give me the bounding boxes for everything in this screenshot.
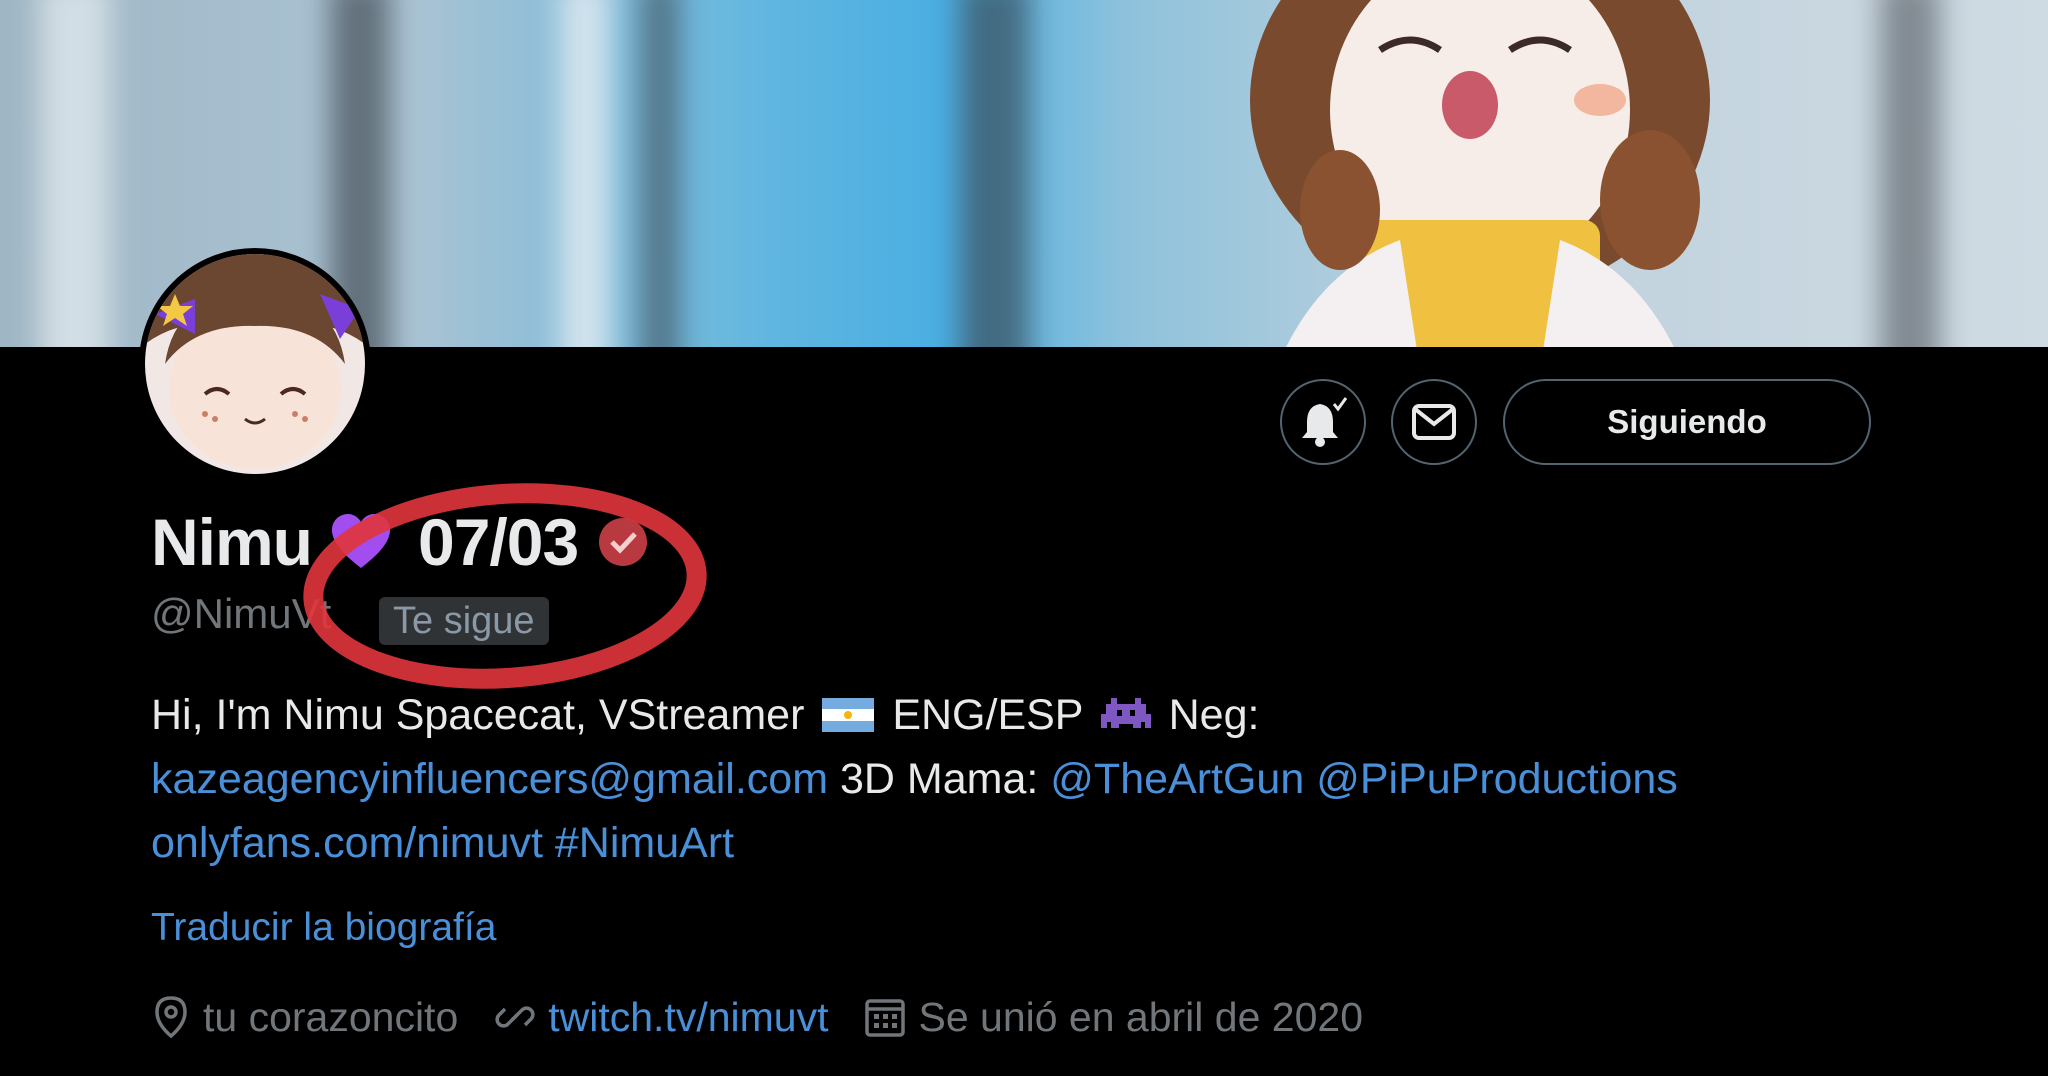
purple-heart-icon — [332, 514, 390, 568]
location-pin-icon — [155, 996, 187, 1039]
profile-avatar[interactable] — [139, 248, 371, 480]
bio-mention-link[interactable]: @TheArtGun — [1050, 755, 1304, 803]
message-button[interactable] — [1391, 379, 1477, 465]
follows-you-badge: Te sigue — [379, 597, 549, 645]
joined-text: Se unió en abril de 2020 — [918, 993, 1363, 1040]
bio-text: ENG/ESP — [892, 691, 1083, 739]
location-item: tu corazoncito — [151, 994, 458, 1041]
banner-blur-stripe — [40, 0, 110, 347]
website-link[interactable]: twitch.tv/nimuvt — [548, 994, 828, 1041]
bell-check-icon — [1302, 397, 1348, 447]
banner-blur-stripe — [1880, 0, 1940, 347]
profile-bio: Hi, I'm Nimu Spacecat, VStreamer ENG/ESP… — [151, 683, 1951, 875]
bio-text: Neg: — [1168, 691, 1260, 739]
envelope-icon — [1412, 404, 1456, 440]
calendar-icon — [865, 999, 906, 1037]
bio-email-link[interactable]: kazeagencyinfluencers@gmail.com — [151, 755, 828, 803]
verified-badge-icon[interactable] — [596, 515, 650, 569]
notifications-button[interactable] — [1280, 379, 1366, 465]
following-button[interactable]: Siguiendo — [1503, 379, 1871, 465]
alien-monster-icon — [1100, 698, 1151, 728]
location-text: tu corazoncito — [203, 993, 459, 1040]
link-icon — [495, 1006, 535, 1028]
banner-blur-stripe — [560, 0, 610, 347]
profile-meta-row: tu corazoncito twitch.tv/nimuvt Se unió … — [151, 987, 1399, 1047]
avatar-image — [145, 254, 365, 474]
display-name-text: Nimu — [151, 505, 313, 579]
website-item[interactable]: twitch.tv/nimuvt — [494, 994, 828, 1041]
translate-bio-link[interactable]: Traducir la biografía — [151, 906, 496, 950]
bio-hashtag-link[interactable]: #NimuArt — [555, 819, 734, 867]
user-handle: @NimuVt — [151, 590, 332, 637]
bio-mention-link[interactable]: @PiPuProductions — [1316, 755, 1678, 803]
bio-url-link[interactable]: onlyfans.com/nimuvt — [151, 819, 543, 867]
display-name: Nimu 07/03 — [151, 503, 650, 581]
banner-character-illustration — [1250, 0, 1710, 347]
banner-blur-stripe — [640, 0, 680, 347]
display-name-date: 07/03 — [418, 505, 579, 579]
banner-blur-stripe — [960, 0, 1030, 347]
joined-item: Se unió en abril de 2020 — [864, 994, 1363, 1041]
bio-text: 3D Mama: — [839, 755, 1039, 803]
bio-text: Hi, I'm Nimu Spacecat, VStreamer — [151, 691, 805, 739]
argentina-flag-icon — [822, 698, 875, 732]
